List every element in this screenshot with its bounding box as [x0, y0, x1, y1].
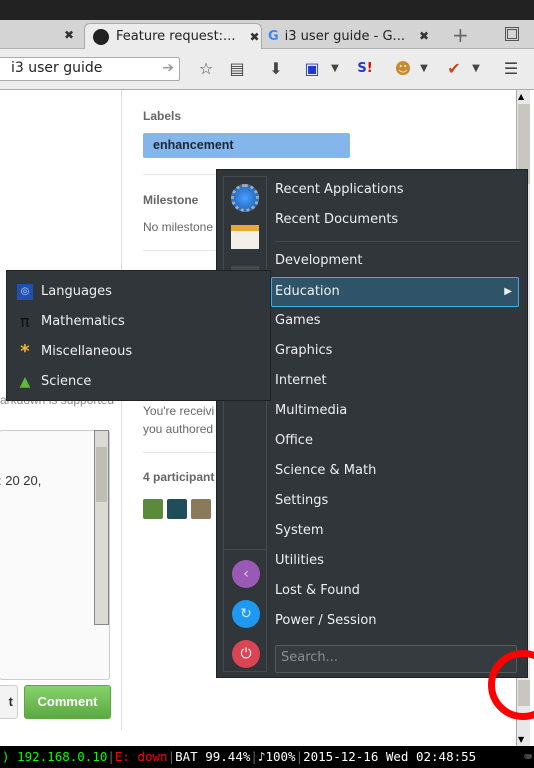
tab-groups-icon[interactable] — [505, 27, 519, 41]
google-icon: G — [268, 28, 279, 44]
menu-item-multimedia[interactable]: Multimedia — [275, 397, 523, 427]
chevron-down-icon[interactable]: ▼ — [324, 63, 346, 74]
download-icon[interactable]: ⬇ — [265, 59, 287, 78]
save-icon[interactable]: ▣ — [301, 59, 323, 78]
chevron-down-icon[interactable]: ▼ — [413, 63, 435, 74]
notification-text: you authored — [143, 422, 214, 436]
application-launcher-menu: ‹ ↻ ⏻ Recent Applications Recent Documen… — [216, 169, 528, 678]
flask-icon: ▲ — [19, 374, 31, 390]
submenu-item-miscellaneous[interactable]: * Miscellaneous — [7, 337, 272, 367]
shutdown-icon[interactable]: ⏻ — [232, 640, 260, 668]
menu-item-office[interactable]: Office — [275, 427, 523, 457]
chevron-down-icon[interactable]: ▼ — [465, 63, 487, 74]
extension-icon[interactable]: ✔ — [443, 59, 465, 78]
menu-item-utilities[interactable]: Utilities — [275, 547, 523, 577]
menu-item-games[interactable]: Games — [275, 307, 523, 337]
reading-list-icon[interactable]: ▤ — [226, 59, 248, 78]
hamburger-menu-icon[interactable]: ☰ — [500, 59, 522, 78]
nav-toolbar: i3 user guide ➔ ☆ ▤ ⬇ ▣ ▼ S! ☻ ▼ ✔ ▼ ☰ — [0, 49, 534, 90]
education-submenu: ◎ Languages π Mathematics * Miscellaneous ▲… — [6, 270, 271, 401]
comment-button[interactable]: Comment — [24, 685, 111, 719]
status-battery: BAT 99.44% — [175, 749, 251, 764]
lock-screen-icon[interactable]: ‹ — [232, 560, 260, 588]
greasemonkey-icon[interactable]: ☻ — [392, 59, 414, 78]
chevron-right-icon: ▶ — [504, 286, 512, 297]
milestone-heading: Milestone — [143, 193, 199, 207]
submenu-item-mathematics[interactable]: π Mathematics — [7, 307, 272, 337]
divider — [275, 241, 520, 242]
keyboard-icon[interactable]: ⌨ — [524, 746, 532, 768]
labels-heading: Labels — [143, 109, 182, 123]
new-tab-button[interactable]: + — [452, 23, 469, 47]
status-volume: ♪100% — [257, 749, 296, 764]
menu-item-recent-documents[interactable]: Recent Documents — [275, 206, 523, 236]
menu-item-science-math[interactable]: Science & Math — [275, 457, 523, 487]
secondary-button[interactable]: t — [0, 685, 18, 719]
i3-status-bar: ) 192.168.0.10|E: down|BAT 99.44%|♪100%|… — [0, 746, 534, 768]
menu-item-system[interactable]: System — [275, 517, 523, 547]
submenu-item-science[interactable]: ▲ Science — [7, 367, 272, 397]
menu-item-settings[interactable]: Settings — [275, 487, 523, 517]
s-extension-icon[interactable]: S! — [354, 61, 376, 76]
languages-icon: ◎ — [17, 284, 33, 300]
asterisk-icon: * — [20, 341, 30, 362]
system-settings-icon[interactable] — [231, 184, 259, 212]
participants-heading: 4 participant — [143, 470, 215, 484]
avatar[interactable] — [167, 499, 187, 519]
restart-icon[interactable]: ↻ — [232, 600, 260, 628]
menu-item-power-session[interactable]: Power / Session — [275, 607, 523, 637]
favorites-column: ‹ ↻ ⏻ — [223, 176, 267, 672]
notification-text: You're receivi — [143, 404, 215, 418]
avatar[interactable] — [191, 499, 211, 519]
menu-item-graphics[interactable]: Graphics — [275, 337, 523, 367]
github-icon — [93, 28, 109, 45]
tab-close-icon[interactable]: ✖ — [64, 28, 74, 42]
label-enhancement[interactable]: enhancement — [143, 133, 350, 158]
bookmark-star-icon[interactable]: ☆ — [195, 59, 217, 78]
tab-i3-guide[interactable]: G i3 user guide - G... ✖ — [268, 23, 438, 49]
mail-icon[interactable] — [231, 225, 259, 249]
status-datetime: 2015-12-16 Wed 02:48:55 — [303, 749, 477, 764]
tab-feature-request[interactable]: Feature request:... ✖ — [84, 23, 262, 49]
tab-close-icon[interactable]: ✖ — [249, 30, 259, 44]
menu-item-development[interactable]: Development — [275, 247, 523, 277]
window-titlebar — [0, 0, 534, 20]
url-input[interactable]: i3 user guide ➔ — [0, 57, 180, 81]
menu-item-recent-applications[interactable]: Recent Applications — [275, 176, 523, 206]
status-ip: 192.168.0.10 — [17, 749, 108, 764]
milestone-value: No milestone — [143, 220, 214, 234]
tab-label: Feature request:... — [116, 29, 236, 44]
avatar[interactable] — [143, 499, 163, 519]
textarea-scrollbar[interactable] — [94, 430, 109, 625]
status-prefix: ) — [2, 749, 10, 764]
tab-close-icon[interactable]: ✖ — [419, 29, 429, 43]
pi-icon: π — [20, 312, 30, 331]
menu-item-internet[interactable]: Internet — [275, 367, 523, 397]
submenu-item-languages[interactable]: ◎ Languages — [7, 277, 272, 307]
menu-item-education[interactable]: Education ▶ — [271, 277, 519, 307]
menu-item-lost-found[interactable]: Lost & Found — [275, 577, 523, 607]
tab-bar: ✖ Feature request:... ✖ G i3 user guide … — [0, 20, 534, 49]
divider — [224, 549, 266, 550]
menu-search-input[interactable]: Search... — [275, 645, 517, 673]
tab-label: i3 user guide - G... — [284, 28, 405, 44]
participant-avatars — [143, 499, 211, 519]
go-arrow-icon[interactable]: ➔ — [162, 60, 174, 76]
status-ethernet: E: down — [114, 749, 168, 764]
